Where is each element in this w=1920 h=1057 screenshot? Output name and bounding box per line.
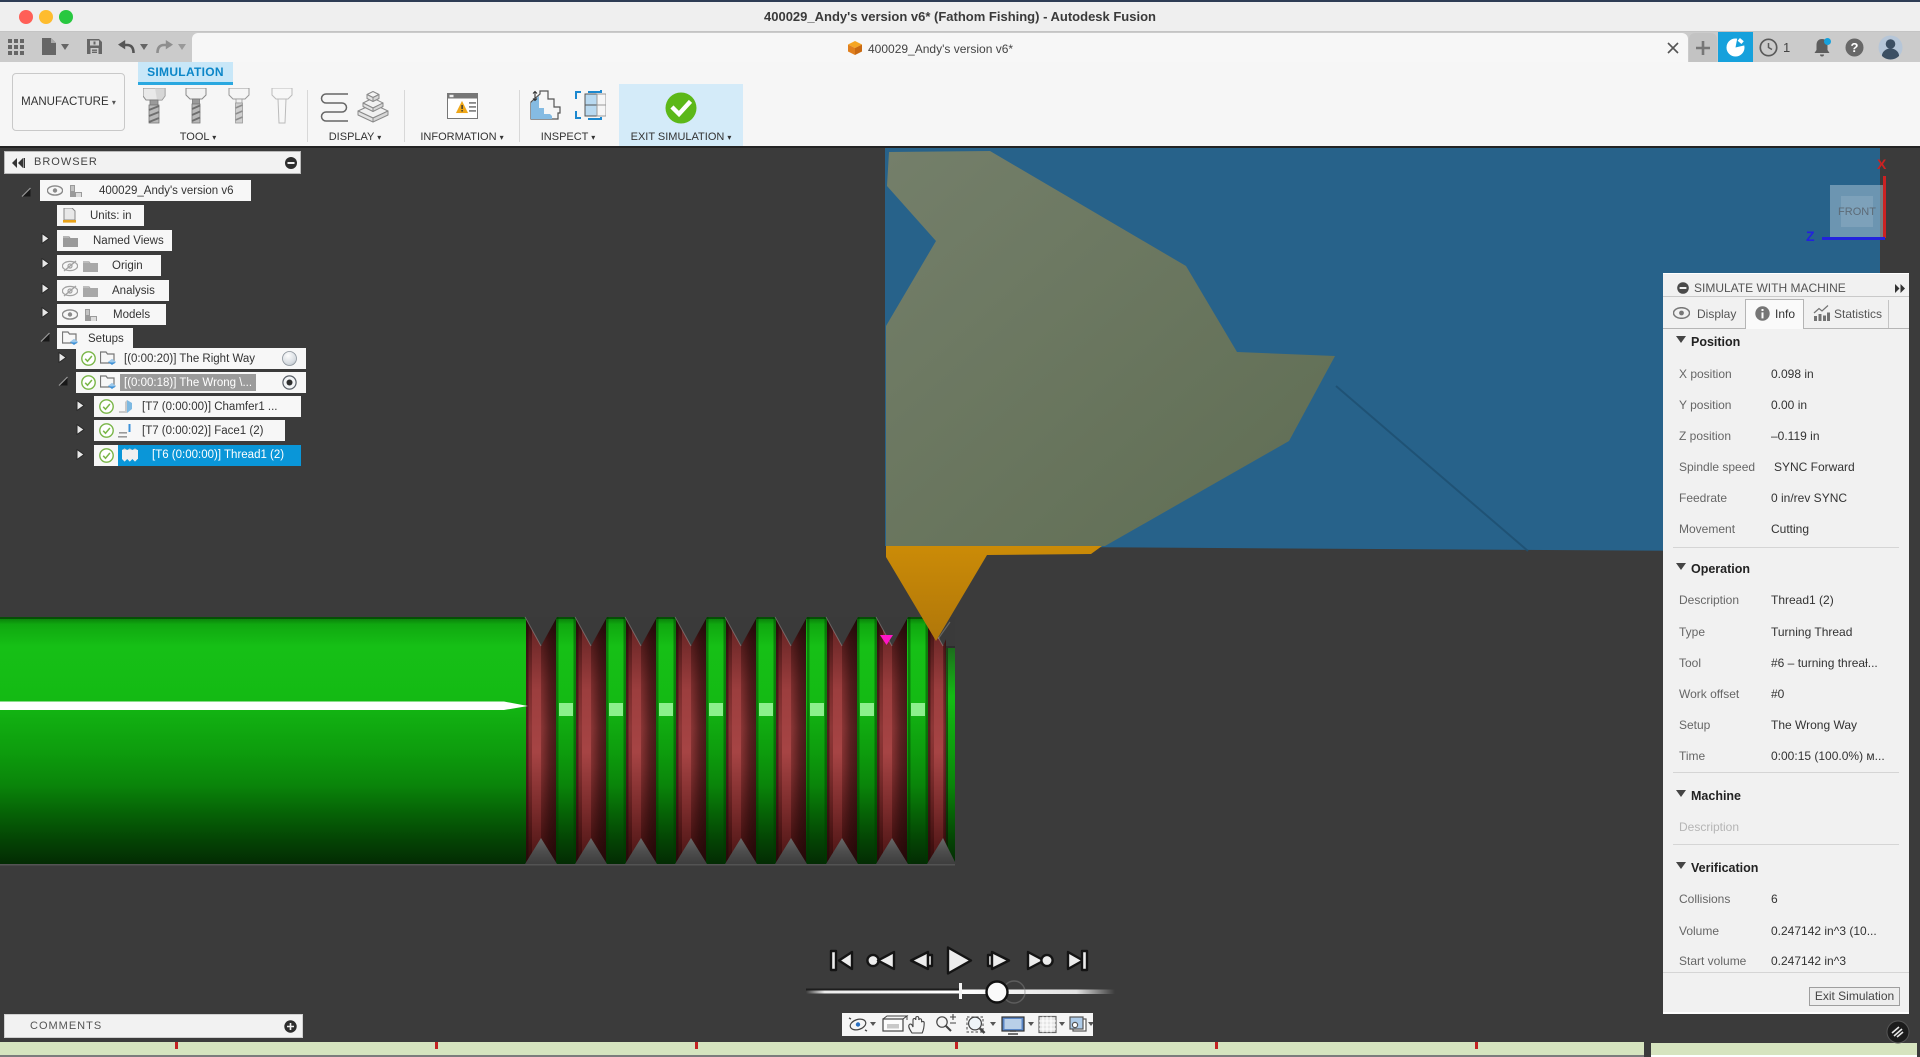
svg-text:?: ? <box>1851 40 1859 55</box>
